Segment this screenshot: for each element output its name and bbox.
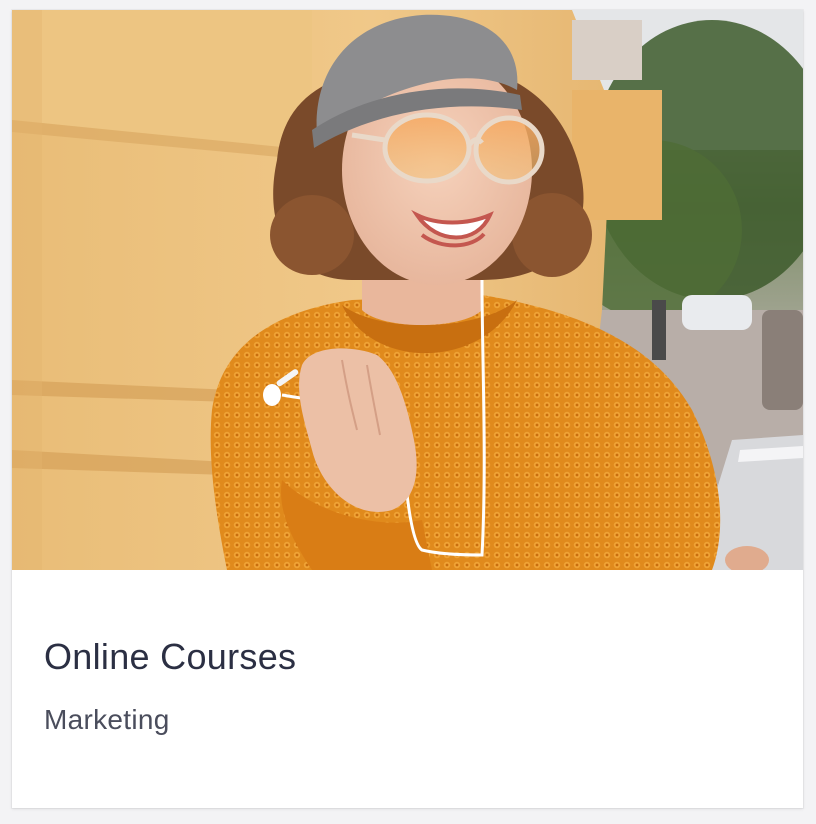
course-card[interactable]: Online Courses Marketing <box>12 10 803 808</box>
card-body: Online Courses Marketing <box>12 570 803 808</box>
woman-with-earphones-photo <box>12 10 803 570</box>
course-image[interactable] <box>12 10 803 570</box>
card-subtitle: Marketing <box>44 704 170 735</box>
card-title[interactable]: Online Courses <box>44 636 296 678</box>
